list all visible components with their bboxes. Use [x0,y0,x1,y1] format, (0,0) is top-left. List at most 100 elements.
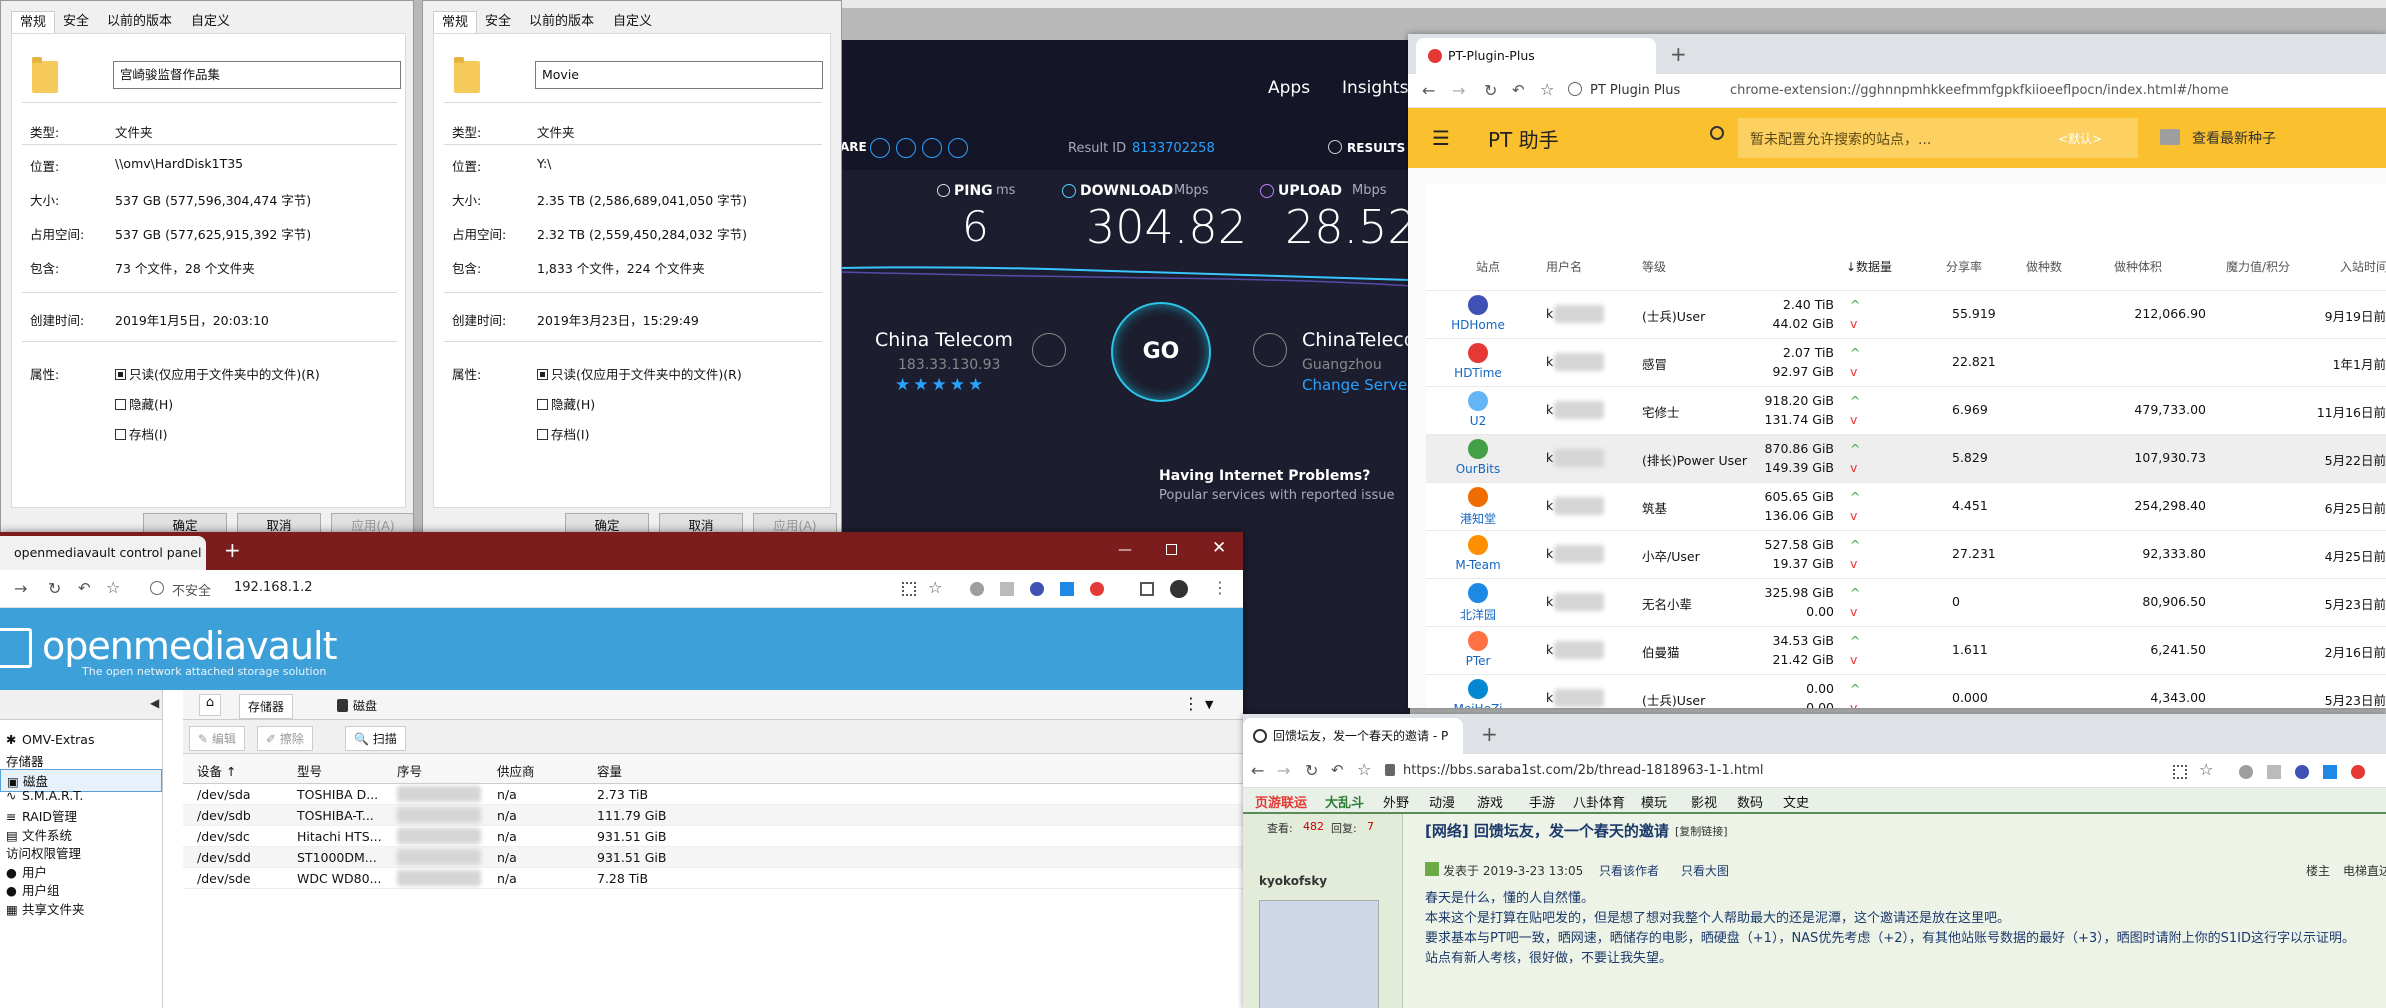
menu-icon[interactable]: ☰ [1432,126,1450,150]
archive-checkbox[interactable]: 存档(I) [537,424,589,443]
col-device[interactable]: 设备 ↑ [197,761,236,780]
nav-insights[interactable]: Insights [1342,78,1408,98]
undo-icon[interactable]: ↶ [1512,81,1525,99]
extension-icon[interactable] [1090,582,1104,596]
breadcrumb-disks[interactable]: 磁盘 [353,697,377,714]
minimize-icon[interactable]: — [1118,542,1132,558]
table-row[interactable]: /dev/sdb TOSHIBA-T... n/a 111.79 GiB [183,805,1243,826]
author-name[interactable]: kyokofsky [1259,874,1327,888]
forum-nav-item[interactable]: 影视 [1691,792,1717,811]
site-name[interactable]: HDTime [1443,366,1513,380]
new-tab-button[interactable]: + [224,538,241,562]
results-link[interactable]: RESULTS [1347,141,1405,155]
address-url[interactable]: https://bbs.saraba1st.com/2b/thread-1818… [1403,763,1763,778]
sidebar-item[interactable]: ▦ 共享文件夹 [6,899,85,918]
sidebar-item[interactable]: ≡ RAID管理 [6,806,77,825]
jump-link[interactable]: 电梯直达 [2343,862,2386,879]
undo-icon[interactable]: ↶ [78,579,91,597]
star-icon[interactable]: ☆ [2199,760,2213,779]
qr-icon[interactable] [902,582,916,596]
isp-rating-stars[interactable]: ★★★★★ [895,375,986,395]
undo-icon[interactable]: ↶ [1331,761,1344,779]
more-icon[interactable]: ⋮ [1212,578,1228,597]
table-row[interactable]: /dev/sde WDC WD80... n/a 7.28 TiB [183,868,1243,889]
browser-tab[interactable]: PT-Plugin-Plus [1416,38,1656,74]
col-capacity[interactable]: 容量 [597,761,622,780]
forum-nav-item[interactable]: 文史 [1783,792,1809,811]
qr-icon[interactable] [2173,765,2187,779]
wipe-button[interactable]: ✐ 擦除 [257,726,313,751]
table-row[interactable]: /dev/sdc Hitachi HTS... n/a 931.51 GiB [183,826,1243,847]
latest-torrents-button[interactable]: 查看最新种子 [2192,128,2276,148]
avatar[interactable] [1259,900,1379,1008]
sidebar-item[interactable]: 访问权限管理 [6,843,81,862]
address-url[interactable]: chrome-extension://gghnnpmhkkeefmmfgpkfk… [1730,83,2229,98]
table-row[interactable]: /dev/sdd ST1000DM... n/a 931.51 GiB [183,847,1243,868]
close-circle-icon[interactable] [1170,580,1188,598]
tab-general[interactable]: 常规 [11,11,56,33]
forum-nav-item[interactable]: 八卦体育 [1573,792,1625,811]
site-name[interactable]: 北洋园 [1443,606,1513,623]
archive-checkbox[interactable]: 存档(I) [115,424,167,443]
site-name[interactable]: U2 [1443,414,1513,428]
twitter-icon[interactable] [896,138,916,158]
extension-icon[interactable] [2267,765,2281,779]
site-name[interactable]: OurBits [1443,462,1513,476]
new-tab-button[interactable]: + [1670,42,1687,66]
readonly-checkbox[interactable]: 只读(仅应用于文件夹中的文件)(R) [115,364,320,383]
new-tab-button[interactable]: + [1481,722,1498,746]
maximize-icon[interactable] [1166,544,1177,555]
forward-icon[interactable]: → [14,579,27,598]
tab-security[interactable]: 安全 [477,11,519,33]
extension-icon[interactable] [1060,582,1074,596]
home-button[interactable]: ⌂ [199,694,221,716]
tab-customize[interactable]: 自定义 [605,11,660,33]
extension-icon[interactable] [2351,765,2365,779]
site-name[interactable]: MeiHeZi [1443,702,1513,708]
forum-nav-item[interactable]: 动漫 [1429,792,1455,811]
readonly-checkbox[interactable]: 只读(仅应用于文件夹中的文件)(R) [537,364,742,383]
forum-nav-item[interactable]: 手游 [1529,792,1555,811]
site-name[interactable]: M-Team [1443,558,1513,572]
sidebar-item[interactable]: ✱ OMV-Extras [6,732,94,747]
table-row[interactable]: /dev/sda TOSHIBA D... n/a 2.73 TiB [183,784,1243,805]
extension-icon[interactable] [1030,582,1044,596]
extension-icon[interactable] [970,582,984,596]
chevron-down-icon[interactable]: ▼ [1205,698,1213,711]
site-name[interactable]: HDHome [1443,318,1513,332]
reload-icon[interactable]: ↻ [1484,81,1497,100]
forum-nav-item[interactable]: 大乱斗 [1325,792,1364,811]
share-link-icon[interactable] [870,138,890,158]
folder-name-field[interactable]: 宫崎骏监督作品集 [113,61,401,89]
sidebar-item[interactable]: ▤ 文件系统 [6,825,72,844]
back-icon[interactable]: ← [1251,761,1264,780]
scan-button[interactable]: 🔍 扫描 [345,726,406,751]
sidebar-item[interactable]: ∿ S.M.A.R.T. [6,788,83,803]
col-vendor[interactable]: 供应商 [497,761,535,780]
search-input[interactable]: 暂未配置允许搜索的站点，... <默认> [1738,118,2138,158]
tab-previous-versions[interactable]: 以前的版本 [99,11,180,33]
only-author-link[interactable]: 只看该作者 [1599,862,1659,879]
forum-nav-item[interactable]: 游戏 [1477,792,1503,811]
forum-nav-item[interactable]: 模玩 [1641,792,1667,811]
breadcrumb-storage[interactable]: 存储器 [239,694,294,719]
crop-icon[interactable] [1140,582,1154,596]
address-url[interactable]: 192.168.1.2 [234,580,313,595]
reload-icon[interactable]: ↻ [1305,761,1318,780]
search-site-tag[interactable]: <默认> [2058,130,2102,147]
col-model[interactable]: 型号 [297,761,322,780]
go-button[interactable]: GO [1111,302,1211,402]
folder-name-field[interactable]: Movie [535,61,823,89]
site-name[interactable]: 港知堂 [1443,510,1513,527]
tab-general[interactable]: 常规 [433,11,478,33]
col-data[interactable]: ↓数据量 [1846,258,1892,275]
star-icon[interactable]: ☆ [1357,760,1371,779]
more-icon[interactable] [948,138,968,158]
tab-customize[interactable]: 自定义 [183,11,238,33]
sidebar-item[interactable]: ● 用户 [6,862,47,881]
browser-tab[interactable]: 回馈坛友，发一个春天的邀请 - P [1243,718,1463,754]
menu-icon[interactable]: ⋮ [1183,694,1199,713]
col-serial[interactable]: 序号 [397,761,422,780]
browser-tab[interactable]: openmediavault control panel [0,536,206,570]
extension-icon[interactable] [2323,765,2337,779]
